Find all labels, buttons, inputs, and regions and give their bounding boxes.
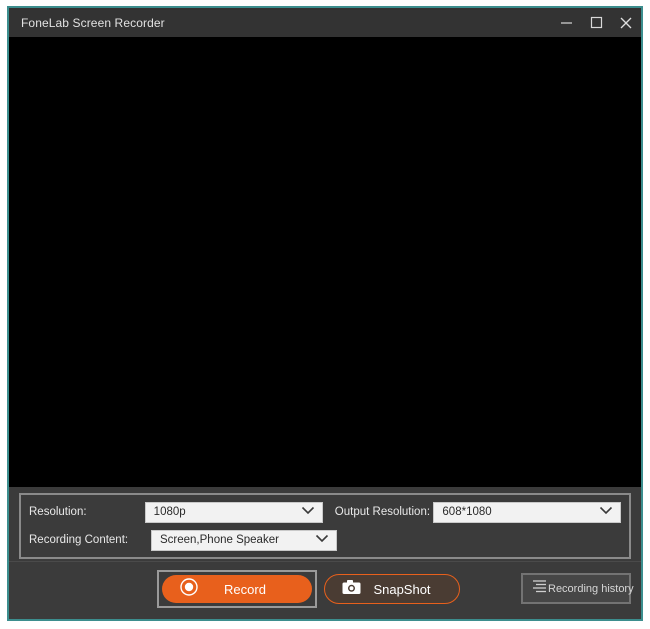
camera-icon (342, 579, 361, 600)
maximize-button[interactable] (581, 8, 611, 37)
recording-content-label: Recording Content: (29, 534, 129, 546)
snapshot-button[interactable]: SnapShot (324, 574, 460, 604)
settings-group-box: Resolution: 1080p Output Resolution: 608… (19, 493, 631, 559)
record-button[interactable]: Record (162, 575, 312, 603)
action-bar: Record SnapShot Recording history (9, 561, 641, 619)
title-bar: FoneLab Screen Recorder (9, 8, 641, 37)
window-controls (551, 8, 641, 37)
output-resolution-label: Output Resolution: (334, 506, 431, 518)
page-title: FoneLab Screen Recorder (21, 15, 165, 30)
record-focus-ring: Record (157, 570, 317, 608)
snapshot-label: SnapShot (373, 581, 431, 597)
record-circle-icon (180, 577, 198, 601)
list-lines-icon (532, 579, 548, 599)
recording-content-select[interactable]: Screen,Phone Speaker (151, 529, 337, 551)
record-label: Record (224, 581, 266, 597)
resolution-label: Resolution: (29, 506, 87, 518)
close-button[interactable] (611, 8, 641, 37)
resolution-select[interactable]: 1080p (144, 501, 323, 523)
recording-content-row: Recording Content: Screen,Phone Speaker (29, 529, 621, 551)
preview-area[interactable] (9, 37, 641, 487)
output-resolution-select[interactable]: 608*1080 (433, 501, 621, 523)
resolution-row: Resolution: 1080p Output Resolution: 608… (29, 501, 621, 523)
recording-history-button[interactable]: Recording history (521, 573, 634, 604)
chevron-down-icon (301, 506, 315, 518)
settings-panel: Resolution: 1080p Output Resolution: 608… (9, 487, 641, 561)
maximize-icon (590, 16, 603, 29)
chevron-down-icon (599, 506, 613, 518)
minimize-icon (560, 16, 573, 29)
recording-history-label: Recording history (548, 582, 634, 595)
app-window: FoneLab Screen Recorder Resolution: 1080… (7, 6, 643, 621)
resolution-value: 1080p (153, 506, 186, 518)
output-resolution-value: 608*1080 (442, 506, 492, 518)
close-icon (619, 16, 633, 30)
recording-content-value: Screen,Phone Speaker (160, 534, 279, 546)
chevron-down-icon (315, 534, 329, 546)
minimize-button[interactable] (551, 8, 581, 37)
